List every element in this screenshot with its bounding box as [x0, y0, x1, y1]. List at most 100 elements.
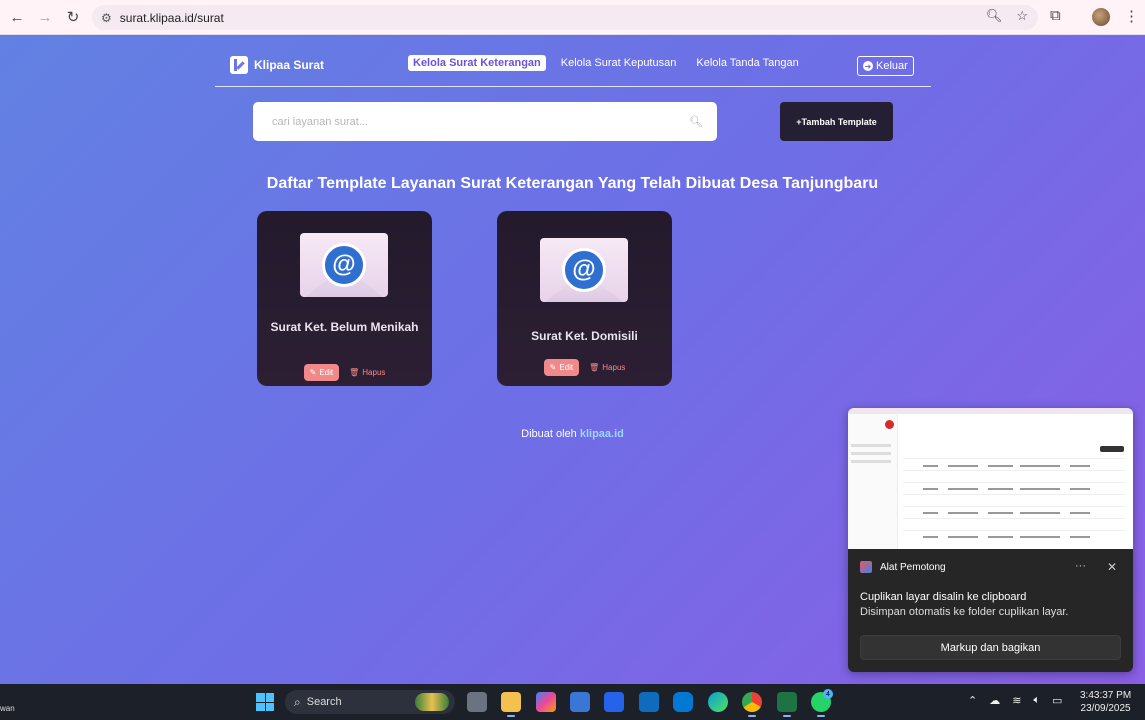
bookmark-star-icon[interactable]: ☆ [1016, 8, 1028, 24]
preview-cell [923, 512, 938, 514]
preview-cell [1070, 465, 1090, 467]
profile-avatar[interactable] [1092, 8, 1110, 26]
delete-button[interactable]: 🗑 Hapus [589, 363, 625, 372]
template-card[interactable]: @ Surat Ket. Domisili ✎ Edit 🗑 Hapus [497, 211, 672, 386]
preview-row [903, 518, 1125, 519]
address-bar[interactable]: ⚙ surat.klipaa.id/surat 🔍︎ ☆ [92, 5, 1038, 30]
snip-notification: Alat Pemotong ··· ✕ Cuplikan layar disal… [848, 408, 1133, 672]
brand[interactable]: Klipaa Surat [230, 56, 324, 74]
preview-row [903, 506, 1125, 507]
main-menu: Kelola Surat Keterangan Kelola Surat Kep… [408, 55, 804, 71]
trash-icon: 🗑 [349, 368, 360, 377]
edit-button[interactable]: ✎ Edit [303, 364, 340, 381]
whatsapp-badge: 4 [823, 689, 833, 699]
system-tray: ⌃ ☁ ≋ 🔈︎ ▭ [968, 694, 1062, 707]
email-envelope-icon: @ [300, 233, 388, 297]
edit-label: Edit [559, 363, 574, 372]
chrome-icon[interactable] [742, 692, 762, 717]
close-icon[interactable]: ✕ [1107, 560, 1117, 574]
preview-cell [1070, 512, 1090, 514]
file-explorer-icon[interactable] [501, 692, 521, 717]
template-card[interactable]: @ Surat Ket. Belum Menikah ✎ Edit 🗑 Hapus [257, 211, 432, 386]
preview-cell [923, 488, 938, 490]
notification-title: Cuplikan layar disalin ke clipboard [860, 591, 1027, 603]
preview-row [903, 494, 1125, 495]
preview-cell [988, 536, 1013, 538]
klipaa-logo-icon [230, 56, 248, 74]
delete-label: Hapus [602, 363, 626, 372]
onedrive-icon[interactable]: ☁ [989, 694, 1000, 707]
preview-line [851, 460, 891, 463]
preview-button [1100, 446, 1124, 452]
site-info-icon[interactable]: ⚙ [101, 11, 112, 25]
delete-button[interactable]: 🗑 Hapus [349, 368, 385, 377]
preview-row [903, 470, 1125, 471]
speaker-icon[interactable]: 🔈︎ [1033, 694, 1040, 707]
excel-icon[interactable] [777, 692, 797, 717]
markup-share-button[interactable]: Markup dan bagikan [860, 635, 1121, 660]
footer-text: Dibuat oleh [521, 428, 577, 440]
outlook-icon[interactable] [639, 692, 659, 712]
preview-cell [1020, 488, 1060, 490]
mouse-app-icon[interactable] [673, 692, 693, 712]
preview-cell [1020, 536, 1060, 538]
taskbar-search[interactable]: ⌕ Search [285, 690, 455, 714]
preview-cell [1070, 488, 1090, 490]
copilot-icon[interactable] [536, 692, 556, 712]
edit-button[interactable]: ✎ Edit [543, 359, 580, 376]
preview-cell [948, 488, 978, 490]
search-bar: 🔍︎ [253, 102, 717, 141]
logout-button[interactable]: ➜ Keluar [857, 56, 914, 76]
back-icon[interactable]: ← [6, 6, 28, 28]
add-template-button[interactable]: +Tambah Template [780, 102, 893, 141]
preview-cell [1020, 465, 1060, 467]
taskbar-left-text: wan [0, 704, 15, 713]
windows-start-icon[interactable] [256, 693, 274, 711]
menu-kelola-tanda-tangan[interactable]: Kelola Tanda Tangan [691, 55, 803, 71]
top-navigation: Klipaa Surat Kelola Surat Keterangan Kel… [215, 36, 931, 87]
extensions-icon[interactable]: ⧉ [1050, 7, 1061, 24]
notification-header: Alat Pemotong [860, 561, 946, 573]
zoom-icon[interactable]: 🔍︎ [986, 8, 1003, 24]
forward-icon[interactable]: → [34, 6, 56, 28]
search-input[interactable] [272, 115, 672, 128]
delete-label: Hapus [362, 368, 386, 377]
preview-line [851, 444, 891, 447]
search-highlight-icon [415, 693, 449, 711]
footer-link[interactable]: klipaa.id [580, 428, 624, 440]
preview-cell [923, 536, 938, 538]
taskbar: wan ⌕ Search 4 ⌃ ☁ ≋ 🔈︎ ▭ 3:43:37 PM 23/… [0, 684, 1145, 720]
search-icon[interactable]: 🔍︎ [689, 115, 703, 128]
preview-cell [988, 512, 1013, 514]
card-actions: ✎ Edit 🗑 Hapus [497, 359, 672, 376]
wifi-icon[interactable]: ≋ [1012, 694, 1021, 707]
url-text[interactable]: surat.klipaa.id/surat [120, 11, 224, 25]
clock-date: 23/09/2025 [1080, 703, 1131, 714]
clock[interactable]: 3:43:37 PM 23/09/2025 [1080, 689, 1131, 715]
edge-icon[interactable] [708, 692, 728, 712]
preview-sidebar [848, 414, 898, 549]
taskbar-search-label: Search [306, 696, 342, 708]
menu-kelola-surat-keterangan[interactable]: Kelola Surat Keterangan [408, 55, 546, 71]
more-options-icon[interactable]: ··· [1075, 560, 1086, 572]
browser-menu-icon[interactable]: ⋮ [1124, 7, 1139, 25]
at-sign-icon: @ [562, 248, 606, 292]
search-icon: ⌕ [294, 694, 301, 709]
logout-icon: ➜ [863, 61, 873, 71]
preview-logo-icon [885, 420, 894, 429]
screenshot-preview[interactable] [848, 408, 1133, 549]
preview-line [851, 452, 891, 455]
chevron-up-icon[interactable]: ⌃ [968, 694, 977, 707]
menu-kelola-surat-keputusan[interactable]: Kelola Surat Keputusan [556, 55, 682, 71]
preview-row [903, 458, 1125, 459]
dropbox-icon[interactable] [604, 692, 624, 712]
preview-row [903, 530, 1125, 531]
microsoft-store-icon[interactable] [570, 692, 590, 712]
task-view-icon[interactable] [467, 692, 487, 712]
battery-icon[interactable]: ▭ [1052, 694, 1062, 707]
preview-cell [948, 465, 978, 467]
reload-icon[interactable]: ↻ [62, 6, 84, 28]
preview-cell [988, 465, 1013, 467]
preview-cell [1070, 536, 1090, 538]
preview-cell [948, 536, 978, 538]
